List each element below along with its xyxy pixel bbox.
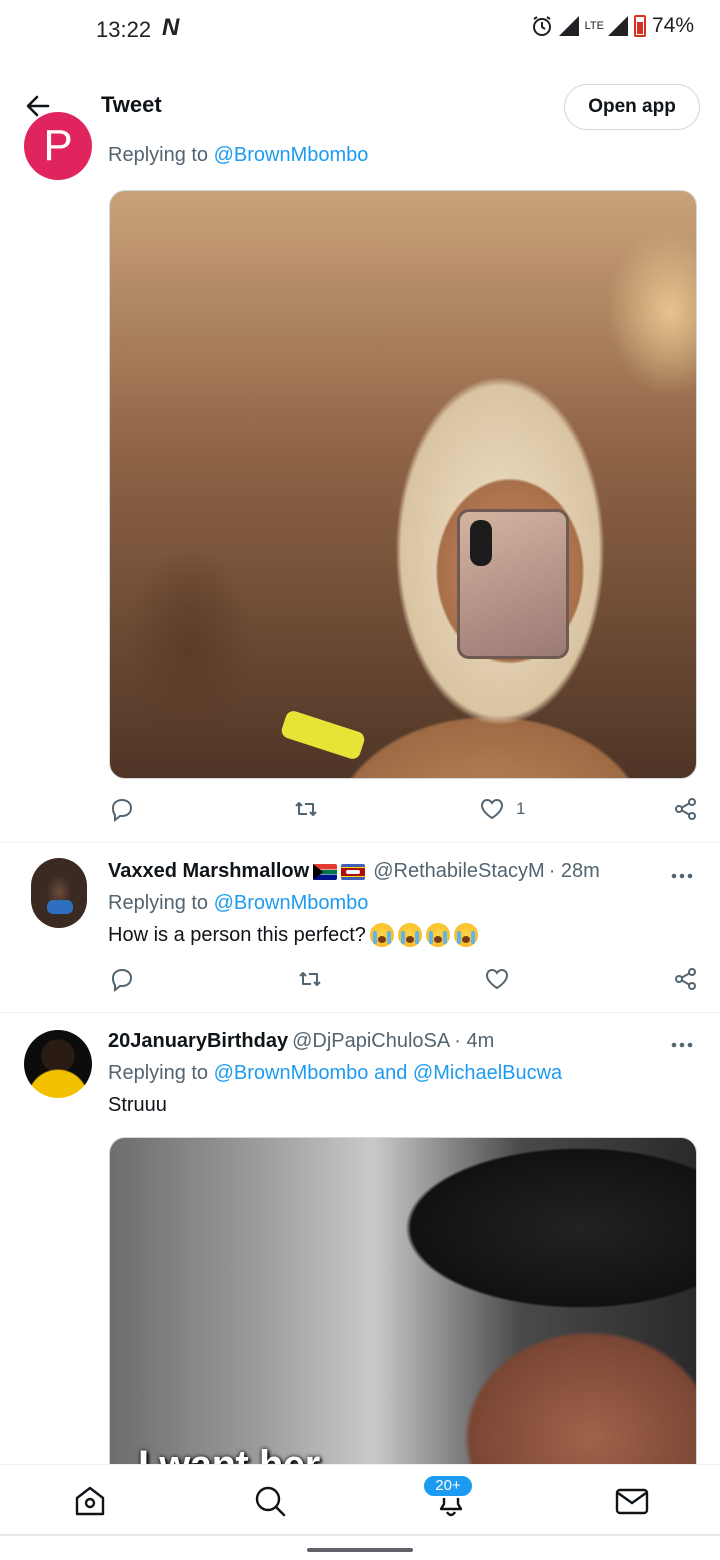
replying-to: Replying to @BrownMbombo xyxy=(108,892,368,915)
bottom-navigation xyxy=(0,1464,720,1536)
replying-to: Replying to @BrownMbombo and @MichaelBuc… xyxy=(108,1062,562,1085)
reply-button[interactable] xyxy=(108,965,136,993)
heart-icon xyxy=(480,798,504,820)
like-button[interactable]: 1 xyxy=(478,795,525,823)
heart-icon xyxy=(485,968,509,990)
image-wristband xyxy=(279,709,367,761)
eswatini-flag-icon xyxy=(341,863,366,880)
nav-search[interactable] xyxy=(252,1483,288,1519)
divider xyxy=(0,842,720,843)
tweet-time: · 4m xyxy=(454,1030,495,1052)
share-button[interactable] xyxy=(672,795,700,823)
tweet-text-content: How is a person this perfect? xyxy=(108,923,366,946)
top-bar: Tweet Open app xyxy=(0,72,720,140)
tweet-time: · 28m xyxy=(548,860,600,882)
alarm-icon xyxy=(532,16,551,36)
battery-percent: 74% xyxy=(651,14,694,37)
south-africa-flag-icon xyxy=(313,863,338,880)
more-options-icon[interactable] xyxy=(670,1041,694,1049)
nav-messages[interactable] xyxy=(614,1483,650,1519)
lte-icon: LTE xyxy=(584,20,604,32)
tweet-text: How is a person this perfect? xyxy=(108,923,478,947)
loudly-crying-emoji-icon xyxy=(369,923,394,947)
open-app-button[interactable]: Open app xyxy=(564,84,700,130)
loudly-crying-emoji-icon xyxy=(397,923,422,947)
nav-home[interactable] xyxy=(72,1483,108,1519)
tweet-actions xyxy=(108,965,702,1001)
signal-icon xyxy=(558,16,579,36)
avatar[interactable]: P xyxy=(24,112,92,180)
retweet-icon xyxy=(295,802,317,816)
like-button[interactable] xyxy=(483,965,511,993)
replying-to-label: Replying to xyxy=(108,144,209,166)
page-title: Tweet xyxy=(101,92,162,117)
reply-button[interactable] xyxy=(108,795,136,823)
signal-icon-2 xyxy=(607,16,628,36)
carrier-icon: N xyxy=(162,14,180,41)
loudly-crying-emoji-icon xyxy=(425,923,450,947)
retweet-button[interactable] xyxy=(292,795,320,823)
loudly-crying-emoji-icon xyxy=(453,923,478,947)
mention-link[interactable]: @BrownMbombo xyxy=(214,144,369,166)
author-name[interactable]: Vaxxed Marshmallow xyxy=(108,860,309,883)
battery-icon xyxy=(633,15,646,37)
notification-badge: 20+ xyxy=(422,1474,474,1498)
mention-link[interactable]: @BrownMbombo and @MichaelBucwa xyxy=(214,1062,563,1084)
tweet-text: Struuu xyxy=(108,1094,167,1117)
gesture-bar[interactable] xyxy=(307,1548,413,1552)
retweet-button[interactable] xyxy=(296,965,324,993)
more-options-icon[interactable] xyxy=(670,872,694,880)
tweet-actions: 1 xyxy=(108,795,702,831)
home-icon xyxy=(75,1486,105,1516)
author-handle[interactable]: @DjPapiChuloSA xyxy=(292,1030,450,1053)
avatar-letter: P xyxy=(43,121,73,170)
status-icons: LTE 74% xyxy=(531,14,694,38)
mail-icon xyxy=(615,1488,649,1515)
avatar[interactable] xyxy=(24,1030,92,1098)
image-phone xyxy=(457,509,569,659)
author-handle[interactable]: @RethabileStacyM xyxy=(373,860,544,883)
retweet-icon xyxy=(299,972,321,986)
status-bar: 13:22 N LTE 74% xyxy=(0,0,720,60)
replying-to: Replying to @BrownMbombo xyxy=(108,144,368,167)
share-icon xyxy=(675,968,696,990)
like-count: 1 xyxy=(516,799,526,818)
share-icon xyxy=(675,798,696,820)
divider xyxy=(0,1012,720,1013)
tweet-text-content: Struuu xyxy=(108,1094,167,1116)
status-time: 13:22 xyxy=(96,17,152,42)
tweet-author: 20JanuaryBirthday @DjPapiChuloSA · 4m xyxy=(108,1030,494,1053)
avatar[interactable] xyxy=(31,858,87,928)
reply-icon xyxy=(111,798,133,823)
author-name[interactable]: 20JanuaryBirthday xyxy=(108,1030,288,1053)
search-icon xyxy=(255,1486,286,1517)
replying-to-label: Replying to xyxy=(108,892,209,914)
reply-icon xyxy=(111,968,133,993)
tweet-image[interactable] xyxy=(109,190,697,779)
tweet-author: Vaxxed Marshmallow @RethabileStacyM · 28… xyxy=(108,860,600,883)
tweet-image[interactable]: I want her xyxy=(109,1137,697,1497)
avatar-mask xyxy=(47,900,73,914)
mention-link[interactable]: @BrownMbombo xyxy=(214,892,369,914)
replying-to-label: Replying to xyxy=(108,1062,209,1084)
share-button[interactable] xyxy=(672,965,700,993)
